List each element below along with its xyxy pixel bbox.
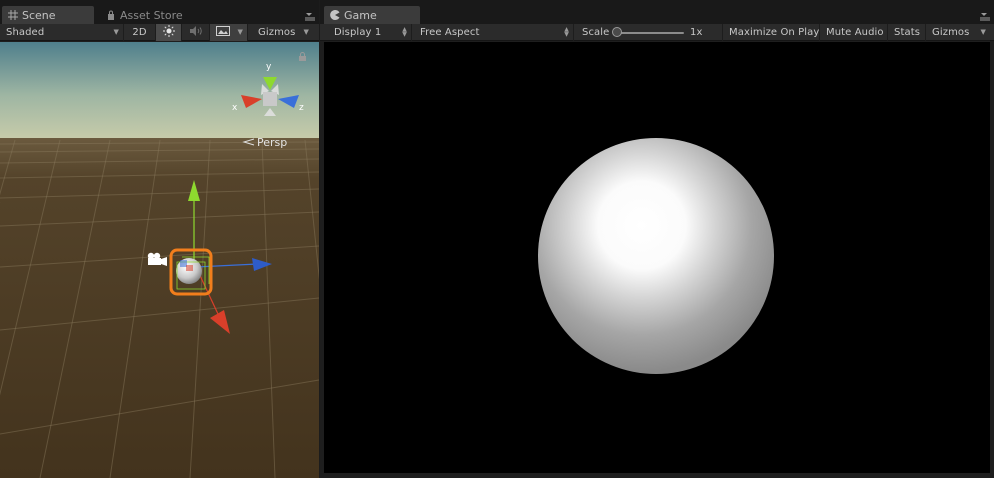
scale-value: 1x (690, 27, 703, 38)
gizmo-center-cube[interactable] (263, 92, 277, 106)
tab-scene[interactable]: Scene (2, 6, 94, 24)
scale-slider-track[interactable] (616, 32, 684, 34)
tab-game[interactable]: Game (324, 6, 420, 24)
scene-toolbar: Shaded ▼ 2D ▼ Gizmos ▼ (0, 24, 319, 41)
game-gizmos-dropdown[interactable]: Gizmos ▼ (926, 24, 988, 41)
scene-lighting-toggle[interactable] (156, 24, 182, 41)
display-label: Display 1 (334, 27, 382, 38)
2d-toggle-button[interactable]: 2D (124, 24, 156, 41)
dropdown-caret-icon: ▼ (237, 28, 243, 36)
game-tab-menu-icon[interactable] (979, 12, 991, 22)
game-tabbar: Game (320, 0, 994, 24)
updown-caret-icon: ▲ ▼ (564, 26, 569, 38)
display-dropdown[interactable]: Display 1 ▲ ▼ (328, 24, 412, 41)
scene-audio-toggle[interactable] (182, 24, 210, 41)
projection-label[interactable]: Persp (257, 136, 287, 149)
2d-toggle-label: 2D (132, 27, 147, 38)
dropdown-caret-icon: ▼ (113, 28, 119, 36)
stats-label: Stats (894, 27, 921, 38)
dropdown-caret-icon: ▼ (303, 28, 309, 36)
game-toolbar: Display 1 ▲ ▼ Free Aspect ▲ ▼ Scale 1x Max… (320, 24, 994, 41)
lit-sphere (538, 138, 774, 374)
move-plane-handle[interactable] (186, 265, 193, 271)
scene-pane: Scene Asset Store Shaded ▼ 2D ▼ Gizmos ▼… (0, 0, 319, 478)
tab-scene-label: Scene (22, 8, 56, 22)
tab-asset-store[interactable]: Asset Store (100, 6, 200, 24)
tab-game-label: Game (344, 8, 377, 22)
scale-slider-knob[interactable] (612, 27, 622, 37)
mute-audio-label: Mute Audio (826, 27, 884, 38)
image-icon (216, 26, 230, 39)
gizmo-x-label: x (232, 103, 238, 113)
move-plane-handle[interactable] (180, 260, 187, 267)
dropdown-caret-icon: ▼ (980, 28, 986, 36)
aspect-label: Free Aspect (420, 27, 480, 38)
maximize-on-play-toggle[interactable]: Maximize On Play (722, 24, 820, 41)
game-pane: Game Display 1 ▲ ▼ Free Aspect ▲ ▼ Scale 1… (320, 0, 994, 478)
updown-caret-icon: ▲ ▼ (402, 26, 407, 38)
scene-tab-menu-icon[interactable] (304, 12, 316, 22)
speaker-icon (189, 26, 203, 39)
scene-gizmos-dropdown[interactable]: Gizmos ▼ (252, 24, 319, 41)
scene-gizmos-label: Gizmos (258, 27, 296, 38)
ground-plane (0, 138, 319, 478)
grid-icon (8, 10, 18, 20)
game-viewport[interactable] (324, 42, 990, 473)
stats-toggle[interactable]: Stats (888, 24, 926, 41)
scene-tabbar: Scene Asset Store (0, 0, 319, 24)
pacman-icon (330, 10, 340, 20)
gizmo-z-label: z (299, 103, 304, 113)
shading-mode-dropdown[interactable]: Shaded ▼ (0, 24, 124, 41)
tab-asset-store-label: Asset Store (120, 8, 183, 22)
lock-bag-icon (106, 10, 116, 20)
shading-mode-label: Shaded (6, 27, 45, 38)
maximize-on-play-label: Maximize On Play (729, 27, 820, 38)
gizmo-y-label: y (266, 62, 272, 72)
game-gizmos-label: Gizmos (932, 27, 970, 38)
aspect-dropdown[interactable]: Free Aspect ▲ ▼ (414, 24, 574, 41)
game-render (538, 138, 774, 374)
scene-viewport[interactable]: y x z Persp (0, 42, 319, 478)
scale-label: Scale (582, 27, 610, 38)
sun-icon (162, 25, 175, 40)
scene-effects-dropdown[interactable]: ▼ (210, 24, 248, 41)
scene-canvas: y x z Persp (0, 42, 319, 478)
mute-audio-toggle[interactable]: Mute Audio (820, 24, 888, 41)
